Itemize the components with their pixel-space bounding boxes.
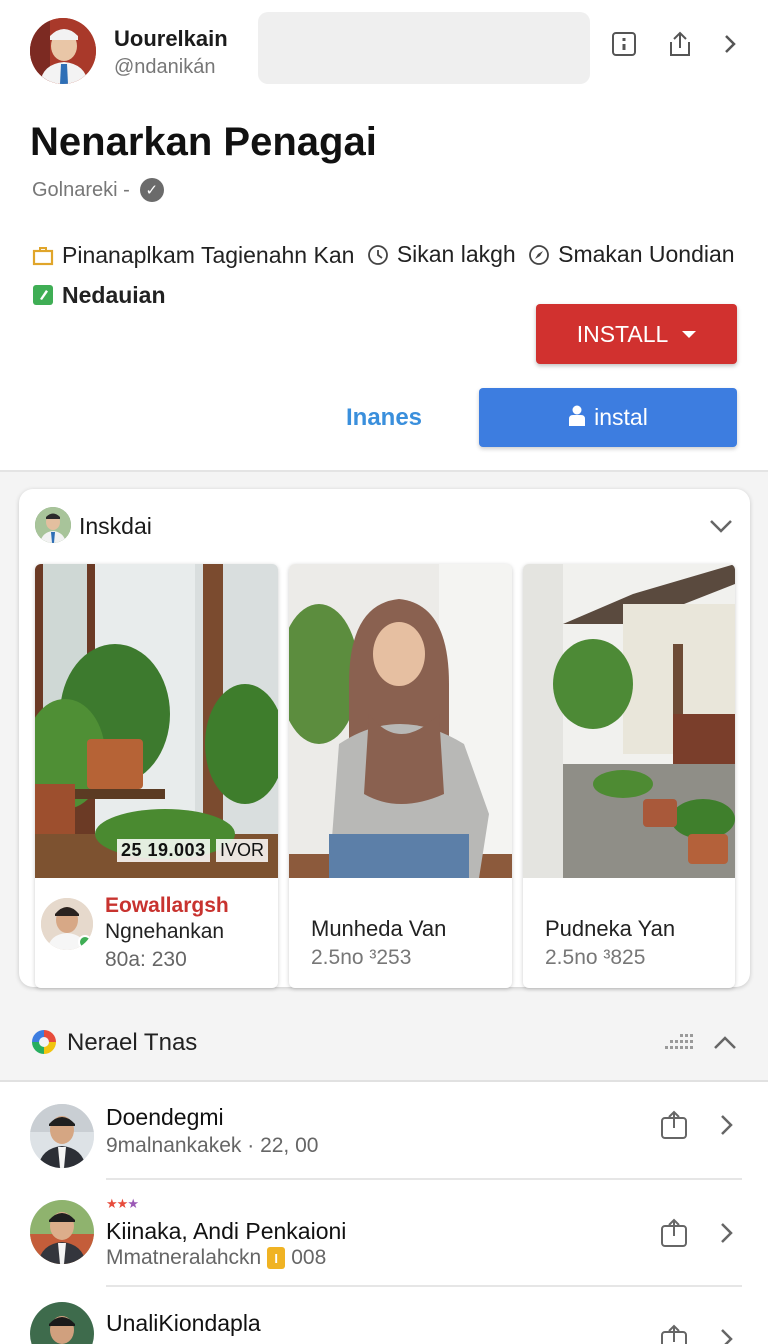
item-subtitle: 9malnankakek · 22, 00 [106,1134,319,1157]
developer-name[interactable]: Golnareki - [32,179,130,202]
instal-button-label: instal [594,404,648,430]
listing-name: Pudneka Yan [545,916,676,941]
section-title: Nerael Tnas [67,1029,198,1056]
card-avatar [35,507,71,543]
item-badge: I [267,1247,286,1269]
listing-meta: 2.5no ³825 [545,946,646,969]
listing-tile[interactable]: Pudneka Yan 2.5no ³825 [523,564,735,988]
search-bar[interactable] [258,12,590,84]
chevron-right-icon[interactable] [715,1108,739,1142]
listing-tile[interactable]: 25 19.003 IVOR Eowallargsh Ngnehankan 80… [35,564,278,988]
card-title: Inskdai [79,513,152,539]
item-title: Kiinaka, Andi Penkaioni [106,1218,347,1244]
contact-avatar [30,1200,94,1264]
verified-check-icon: ✓ [139,178,164,202]
app-header: Uourelkain @ndanikán [0,0,768,100]
featured-card: Inskdai 25 19.003 IVOR Eowallargsh Ngneh… [19,489,750,988]
install-button-label: INSTALL [576,320,669,347]
meta-item: Smakan Uondian [528,236,735,273]
app-title: Nenarkan Penagai [30,120,377,164]
share-icon[interactable] [657,1108,691,1142]
share-icon[interactable] [657,1322,691,1344]
price-label: 25 19.003 [117,839,210,862]
clock-icon [367,244,389,266]
meta-item: Nedauian [32,277,166,314]
compass-icon [528,244,550,266]
user-avatar[interactable] [30,18,96,84]
reviewer-title: Eowallargsh [105,894,229,917]
divider [0,1080,768,1082]
person-icon [568,404,586,432]
listing-meta: 2.5no ³253 [311,946,412,969]
info-box-icon[interactable] [608,28,640,60]
user-name: Uourelkain [114,26,228,51]
briefcase-icon [32,245,54,267]
reviewer-avatar [41,898,93,950]
chevron-down-icon [682,330,697,338]
grid-view-icon[interactable] [663,1030,697,1054]
multicolor-ring-icon [32,1030,56,1054]
divider [106,1178,742,1180]
secondary-link[interactable]: Inanes [346,404,422,432]
contact-avatar [30,1104,94,1168]
listing-tile[interactable]: Munheda Van 2.5no ³253 [289,564,512,988]
list-item[interactable]: Doendegmi 9malnankakek · 22, 00 [0,1084,768,1190]
item-title: UnaliKiondapla [106,1310,261,1336]
contact-avatar [30,1302,94,1344]
share-icon[interactable] [657,1216,691,1250]
house-courtyard-photo [523,564,735,878]
plants-photo [35,564,278,878]
reviewer-name: Ngnehankan [105,920,225,943]
reviewer-stat: 80a: 230 [105,948,187,971]
instal-button[interactable]: instal [479,388,737,447]
edit-icon [32,284,54,306]
user-handle: @ndanikán [114,56,216,78]
item-subtitle: Mmatneralahckn I 008 [106,1246,327,1269]
chevron-right-icon[interactable] [714,28,746,60]
list-item[interactable]: ★★★ Kiinaka, Andi Penkaioni Mmatneralahc… [0,1188,768,1294]
woman-portrait-photo [289,564,512,878]
chevron-down-icon[interactable] [706,511,736,541]
divider [106,1285,742,1287]
item-count: 008 [291,1246,327,1269]
item-title: Doendegmi [106,1104,224,1130]
meta-item: Sikan lakgh [367,236,516,273]
listing-name: Munheda Van [311,916,447,941]
list-item[interactable]: UnaliKiondapla [0,1290,768,1344]
chevron-right-icon[interactable] [715,1216,739,1250]
meta-item: Pinanaplkam Tagienahn Kan [32,237,354,274]
chevron-right-icon[interactable] [715,1322,739,1344]
developer-line: Golnareki - ✓ [32,178,164,202]
chevron-up-icon[interactable] [710,1028,740,1058]
price-tag: IVOR [216,839,269,862]
rating-stars: ★★★ [106,1196,139,1211]
share-icon[interactable] [664,28,696,60]
install-button[interactable]: INSTALL [536,304,737,364]
